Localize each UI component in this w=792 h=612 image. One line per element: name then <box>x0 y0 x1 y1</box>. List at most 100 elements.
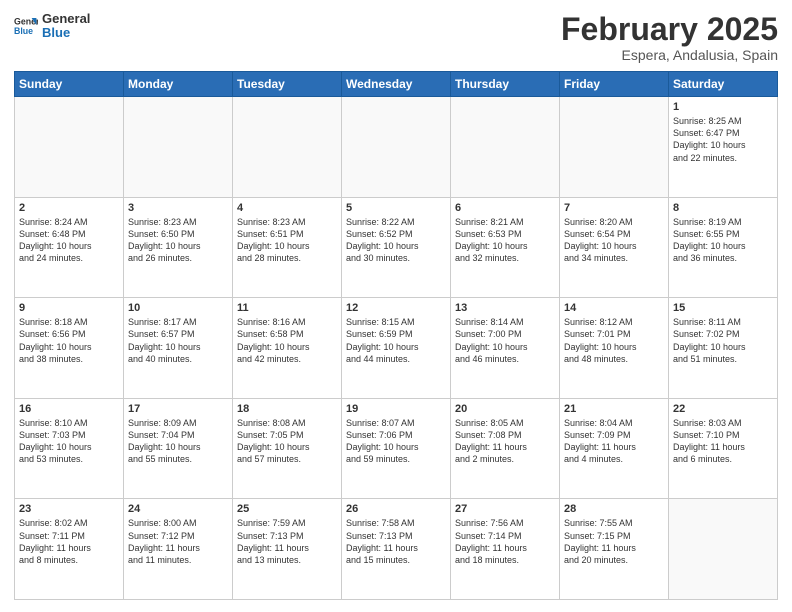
weekday-header: Monday <box>124 72 233 97</box>
day-number: 20 <box>455 403 555 415</box>
weekday-header: Friday <box>560 72 669 97</box>
calendar-cell: 16 Sunrise: 8:10 AM Sunset: 7:03 PM Dayli… <box>15 398 124 499</box>
weekday-row: SundayMondayTuesdayWednesdayThursdayFrid… <box>15 72 778 97</box>
day-info: Sunrise: 8:14 AM Sunset: 7:00 PM Dayligh… <box>455 316 555 365</box>
day-number: 17 <box>128 403 228 415</box>
day-number: 14 <box>564 302 664 314</box>
calendar-cell: 12Sunrise: 8:15 AM Sunset: 6:59 PM Dayli… <box>342 298 451 399</box>
month-title: February 2025 <box>561 12 778 47</box>
calendar-cell <box>560 97 669 198</box>
calendar-cell: 17 Sunrise: 8:09 AM Sunset: 7:04 PM Dayli… <box>124 398 233 499</box>
weekday-header: Thursday <box>451 72 560 97</box>
day-number: 9 <box>19 302 119 314</box>
day-number: 18 <box>237 403 337 415</box>
logo: General Blue General Blue <box>14 12 90 41</box>
day-info: Sunrise: 8:10 AM Sunset: 7:03 PM Dayligh… <box>19 417 119 466</box>
logo-general: General <box>42 12 90 26</box>
calendar-cell <box>15 97 124 198</box>
day-number: 16 <box>19 403 119 415</box>
calendar-cell: 1 Sunrise: 8:25 AM Sunset: 6:47 PM Daylig… <box>669 97 778 198</box>
day-number: 7 <box>564 202 664 214</box>
calendar-cell: 27 Sunrise: 7:56 AM Sunset: 7:14 PM Dayli… <box>451 499 560 600</box>
calendar-cell: 18Sunrise: 8:08 AM Sunset: 7:05 PM Dayli… <box>233 398 342 499</box>
calendar-week-row: 1 Sunrise: 8:25 AM Sunset: 6:47 PM Daylig… <box>15 97 778 198</box>
calendar-cell: 4 Sunrise: 8:23 AM Sunset: 6:51 PM Daylig… <box>233 197 342 298</box>
logo-blue: Blue <box>42 26 90 40</box>
day-info: Sunrise: 8:03 AM Sunset: 7:10 PM Dayligh… <box>673 417 773 466</box>
calendar-cell: 28Sunrise: 7:55 AM Sunset: 7:15 PM Dayli… <box>560 499 669 600</box>
day-number: 25 <box>237 503 337 515</box>
day-info: Sunrise: 8:25 AM Sunset: 6:47 PM Dayligh… <box>673 115 773 164</box>
calendar-table: SundayMondayTuesdayWednesdayThursdayFrid… <box>14 71 778 600</box>
calendar-cell: 10 Sunrise: 8:17 AM Sunset: 6:57 PM Dayli… <box>124 298 233 399</box>
day-number: 23 <box>19 503 119 515</box>
day-info: Sunrise: 7:59 AM Sunset: 7:13 PM Dayligh… <box>237 517 337 566</box>
logo-icon: General Blue <box>14 14 38 38</box>
day-number: 11 <box>237 302 337 314</box>
day-info: Sunrise: 7:58 AM Sunset: 7:13 PM Dayligh… <box>346 517 446 566</box>
day-info: Sunrise: 8:23 AM Sunset: 6:50 PM Dayligh… <box>128 216 228 265</box>
calendar-week-row: 2Sunrise: 8:24 AM Sunset: 6:48 PM Daylig… <box>15 197 778 298</box>
day-info: Sunrise: 8:20 AM Sunset: 6:54 PM Dayligh… <box>564 216 664 265</box>
weekday-header: Wednesday <box>342 72 451 97</box>
header: General Blue General Blue February 2025 … <box>14 12 778 63</box>
calendar-cell <box>342 97 451 198</box>
calendar-body: 1 Sunrise: 8:25 AM Sunset: 6:47 PM Daylig… <box>15 97 778 600</box>
day-number: 3 <box>128 202 228 214</box>
day-number: 27 <box>455 503 555 515</box>
calendar-cell: 14 Sunrise: 8:12 AM Sunset: 7:01 PM Dayli… <box>560 298 669 399</box>
day-info: Sunrise: 8:00 AM Sunset: 7:12 PM Dayligh… <box>128 517 228 566</box>
day-info: Sunrise: 8:11 AM Sunset: 7:02 PM Dayligh… <box>673 316 773 365</box>
day-info: Sunrise: 8:17 AM Sunset: 6:57 PM Dayligh… <box>128 316 228 365</box>
calendar-cell <box>451 97 560 198</box>
day-number: 22 <box>673 403 773 415</box>
calendar-cell: 2Sunrise: 8:24 AM Sunset: 6:48 PM Daylig… <box>15 197 124 298</box>
day-number: 28 <box>564 503 664 515</box>
day-info: Sunrise: 7:56 AM Sunset: 7:14 PM Dayligh… <box>455 517 555 566</box>
day-info: Sunrise: 8:19 AM Sunset: 6:55 PM Dayligh… <box>673 216 773 265</box>
day-info: Sunrise: 8:18 AM Sunset: 6:56 PM Dayligh… <box>19 316 119 365</box>
day-info: Sunrise: 8:23 AM Sunset: 6:51 PM Dayligh… <box>237 216 337 265</box>
calendar-cell: 25 Sunrise: 7:59 AM Sunset: 7:13 PM Dayli… <box>233 499 342 600</box>
calendar-cell: 7 Sunrise: 8:20 AM Sunset: 6:54 PM Daylig… <box>560 197 669 298</box>
day-number: 15 <box>673 302 773 314</box>
day-info: Sunrise: 8:07 AM Sunset: 7:06 PM Dayligh… <box>346 417 446 466</box>
day-number: 10 <box>128 302 228 314</box>
day-info: Sunrise: 8:12 AM Sunset: 7:01 PM Dayligh… <box>564 316 664 365</box>
day-number: 8 <box>673 202 773 214</box>
day-info: Sunrise: 8:21 AM Sunset: 6:53 PM Dayligh… <box>455 216 555 265</box>
page: General Blue General Blue February 2025 … <box>0 0 792 612</box>
day-info: Sunrise: 8:09 AM Sunset: 7:04 PM Dayligh… <box>128 417 228 466</box>
calendar-week-row: 16 Sunrise: 8:10 AM Sunset: 7:03 PM Dayli… <box>15 398 778 499</box>
day-info: Sunrise: 8:04 AM Sunset: 7:09 PM Dayligh… <box>564 417 664 466</box>
day-number: 26 <box>346 503 446 515</box>
calendar-cell: 23 Sunrise: 8:02 AM Sunset: 7:11 PM Dayli… <box>15 499 124 600</box>
calendar-cell <box>124 97 233 198</box>
calendar-cell: 13Sunrise: 8:14 AM Sunset: 7:00 PM Dayli… <box>451 298 560 399</box>
svg-text:Blue: Blue <box>14 26 33 36</box>
day-number: 5 <box>346 202 446 214</box>
weekday-header: Tuesday <box>233 72 342 97</box>
calendar-cell: 22 Sunrise: 8:03 AM Sunset: 7:10 PM Dayli… <box>669 398 778 499</box>
calendar-cell: 21Sunrise: 8:04 AM Sunset: 7:09 PM Dayli… <box>560 398 669 499</box>
title-block: February 2025 Espera, Andalusia, Spain <box>561 12 778 63</box>
day-number: 6 <box>455 202 555 214</box>
calendar-cell: 6 Sunrise: 8:21 AM Sunset: 6:53 PM Daylig… <box>451 197 560 298</box>
weekday-header: Sunday <box>15 72 124 97</box>
calendar-week-row: 9 Sunrise: 8:18 AM Sunset: 6:56 PM Daylig… <box>15 298 778 399</box>
calendar-cell: 26 Sunrise: 7:58 AM Sunset: 7:13 PM Dayli… <box>342 499 451 600</box>
day-number: 19 <box>346 403 446 415</box>
calendar-cell: 9 Sunrise: 8:18 AM Sunset: 6:56 PM Daylig… <box>15 298 124 399</box>
calendar-cell: 20 Sunrise: 8:05 AM Sunset: 7:08 PM Dayli… <box>451 398 560 499</box>
day-number: 1 <box>673 101 773 113</box>
calendar-cell <box>233 97 342 198</box>
day-number: 2 <box>19 202 119 214</box>
calendar-cell: 8 Sunrise: 8:19 AM Sunset: 6:55 PM Daylig… <box>669 197 778 298</box>
calendar-cell: 11 Sunrise: 8:16 AM Sunset: 6:58 PM Dayli… <box>233 298 342 399</box>
day-info: Sunrise: 8:02 AM Sunset: 7:11 PM Dayligh… <box>19 517 119 566</box>
day-info: Sunrise: 8:05 AM Sunset: 7:08 PM Dayligh… <box>455 417 555 466</box>
day-number: 4 <box>237 202 337 214</box>
location-subtitle: Espera, Andalusia, Spain <box>561 47 778 63</box>
day-info: Sunrise: 8:16 AM Sunset: 6:58 PM Dayligh… <box>237 316 337 365</box>
calendar-cell: 3 Sunrise: 8:23 AM Sunset: 6:50 PM Daylig… <box>124 197 233 298</box>
